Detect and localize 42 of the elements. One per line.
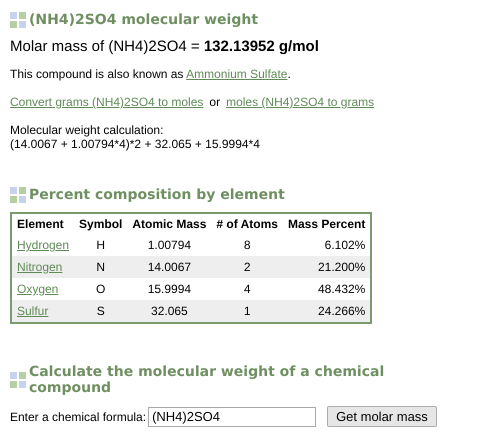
formula-label: Enter a chemical formula: bbox=[10, 410, 146, 424]
formula-input[interactable]: (NH4)2SO4 bbox=[148, 406, 316, 426]
moles-to-grams-link[interactable]: moles (NH4)2SO4 to grams bbox=[226, 95, 374, 109]
table-cell: 1 bbox=[211, 300, 283, 323]
section-heading: Calculate the molecular weight of a chemical compound bbox=[28, 364, 386, 396]
table-cell: 48.432% bbox=[282, 278, 372, 300]
page-title: (NH4)2SO4 molecular weight bbox=[29, 12, 258, 28]
squares-icon bbox=[10, 12, 26, 28]
get-molar-mass-button[interactable]: Get molar mass bbox=[327, 406, 437, 427]
table-cell: 6.102% bbox=[282, 234, 372, 256]
table-cell: N bbox=[74, 256, 128, 278]
grams-to-moles-link[interactable]: Convert grams (NH4)2SO4 to moles bbox=[10, 95, 204, 109]
column-header: Mass Percent bbox=[282, 213, 372, 234]
table-cell: H bbox=[74, 234, 128, 256]
compound-name-sentence: This compound is also known as Ammonium Sulfate. bbox=[10, 67, 292, 81]
calculation-label: Molecular weight calculation: bbox=[10, 123, 164, 137]
column-header: Symbol bbox=[74, 213, 128, 234]
table-cell: 2 bbox=[211, 256, 283, 278]
table-cell: 15.9994 bbox=[127, 278, 212, 300]
calculation-formula: (14.0067 + 1.00794*4)*2 + 32.065 + 15.9994*4 bbox=[10, 137, 261, 151]
table-cell: 32.065 bbox=[127, 300, 212, 323]
element-link[interactable]: Sulfur bbox=[17, 304, 48, 318]
molar-mass-text: Molar mass of (NH4)2SO4 = 132.13952 g/mol bbox=[10, 38, 320, 55]
table-cell: 14.0067 bbox=[127, 256, 212, 278]
column-header: Atomic Mass bbox=[127, 213, 212, 234]
element-link[interactable]: Hydrogen bbox=[17, 238, 70, 252]
table-cell: 24.266% bbox=[282, 300, 372, 323]
table-cell: 8 bbox=[211, 234, 283, 256]
or-text: or bbox=[209, 95, 220, 109]
table-cell: O bbox=[74, 278, 128, 300]
element-link[interactable]: Nitrogen bbox=[17, 260, 62, 274]
element-link[interactable]: Oxygen bbox=[17, 282, 58, 296]
table-cell: S bbox=[74, 300, 128, 323]
compound-name-link[interactable]: Ammonium Sulfate bbox=[186, 67, 288, 81]
table-cell: 4 bbox=[211, 278, 283, 300]
table-cell: 21.200% bbox=[282, 256, 372, 278]
section-heading: Percent composition by element bbox=[29, 187, 285, 203]
column-header: Element bbox=[11, 213, 74, 234]
column-header: # of Atoms bbox=[211, 213, 283, 234]
table-cell: 1.00794 bbox=[127, 234, 212, 256]
squares-icon bbox=[10, 372, 26, 388]
squares-icon bbox=[10, 187, 26, 203]
